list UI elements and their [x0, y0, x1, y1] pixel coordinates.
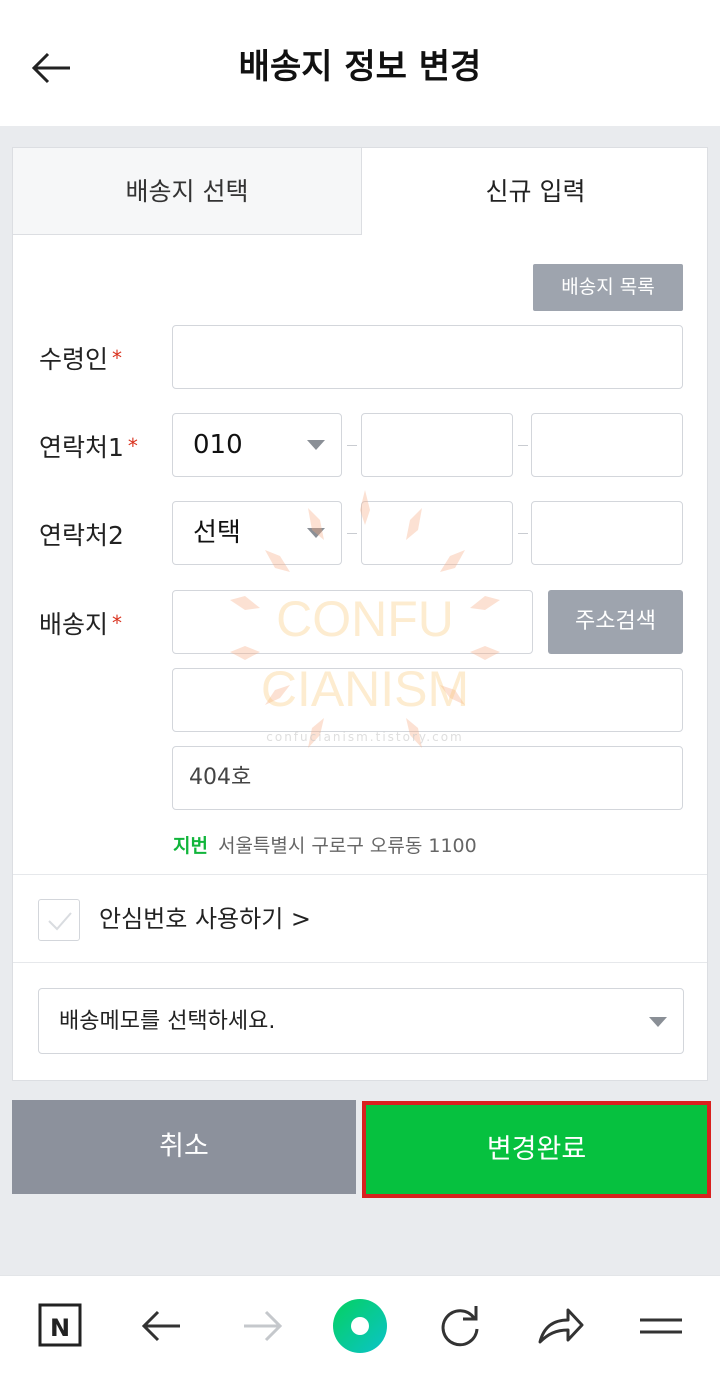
address-main-input[interactable] [172, 668, 683, 732]
header: 배송지 정보 변경 [0, 0, 720, 126]
address-search-button[interactable]: 주소검색 [548, 590, 683, 654]
jibun-address-text: 서울특별시 구로구 오류동 1100 [217, 835, 477, 857]
phone2-last-input[interactable] [531, 501, 683, 565]
check-icon [48, 912, 72, 931]
dash-separator [518, 533, 528, 534]
tab-new-input[interactable]: 신규 입력 [362, 148, 707, 235]
share-icon[interactable] [530, 1296, 590, 1356]
caret-down-icon [649, 1017, 667, 1027]
address-label-text: 배송지 [39, 610, 109, 639]
divider [13, 874, 707, 875]
recipient-label-text: 수령인 [39, 345, 109, 374]
address-detail-value: 404호 [189, 765, 252, 790]
naver-home-icon[interactable]: N [31, 1296, 91, 1356]
jibun-address: 지번 서울특별시 구로구 오류동 1100 [173, 831, 477, 858]
required-mark: * [127, 434, 138, 458]
phone1-last-input[interactable] [531, 413, 683, 477]
caret-down-icon [307, 528, 325, 538]
address-form-card: 배송지 선택 신규 입력 배송지 목록 수령인 * 연락처1 * 010 연락처2 … [12, 147, 708, 1081]
browser-bottom-bar: N [0, 1275, 720, 1395]
recipient-input[interactable] [172, 325, 683, 389]
phone1-prefix-select[interactable]: 010 [172, 413, 342, 477]
jibun-tag: 지번 [173, 835, 208, 857]
phone2-prefix-select[interactable]: 선택 [172, 501, 342, 565]
address-detail-input[interactable]: 404호 [172, 746, 683, 810]
cancel-button[interactable]: 취소 [12, 1100, 356, 1194]
menu-icon[interactable] [631, 1296, 691, 1356]
tab-select-address[interactable]: 배송지 선택 [13, 148, 362, 235]
divider [13, 962, 707, 963]
confirm-change-button[interactable]: 변경완료 [362, 1101, 711, 1198]
delivery-memo-select[interactable]: 배송메모를 선택하세요. [38, 988, 684, 1054]
page-title: 배송지 정보 변경 [238, 47, 482, 87]
dash-separator [518, 445, 528, 446]
address-label: 배송지 * [39, 605, 122, 641]
naver-home-letter: N [50, 1314, 70, 1342]
caret-down-icon [307, 440, 325, 450]
safe-number-checkbox[interactable] [38, 899, 80, 941]
required-mark: * [112, 346, 123, 370]
zipcode-input[interactable] [172, 590, 533, 654]
phone2-label: 연락처2 [39, 521, 124, 550]
forward-nav-icon[interactable] [232, 1296, 292, 1356]
dash-separator [347, 533, 357, 534]
back-nav-icon[interactable] [132, 1296, 192, 1356]
green-dot-icon[interactable] [330, 1296, 390, 1356]
safe-number-link[interactable]: 안심번호 사용하기 > [99, 898, 311, 940]
delivery-memo-placeholder: 배송메모를 선택하세요. [59, 1009, 276, 1034]
refresh-icon[interactable] [430, 1296, 490, 1356]
recipient-label: 수령인 * [39, 340, 122, 376]
address-list-button[interactable]: 배송지 목록 [533, 264, 683, 311]
dash-separator [347, 445, 357, 446]
phone1-label-text: 연락처1 [39, 433, 124, 462]
phone1-label: 연락처1 * [39, 428, 138, 464]
phone1-middle-input[interactable] [361, 413, 513, 477]
phone2-prefix-value: 선택 [193, 518, 241, 548]
phone1-prefix-value: 010 [193, 430, 243, 460]
required-mark: * [112, 611, 123, 635]
phone2-middle-input[interactable] [361, 501, 513, 565]
